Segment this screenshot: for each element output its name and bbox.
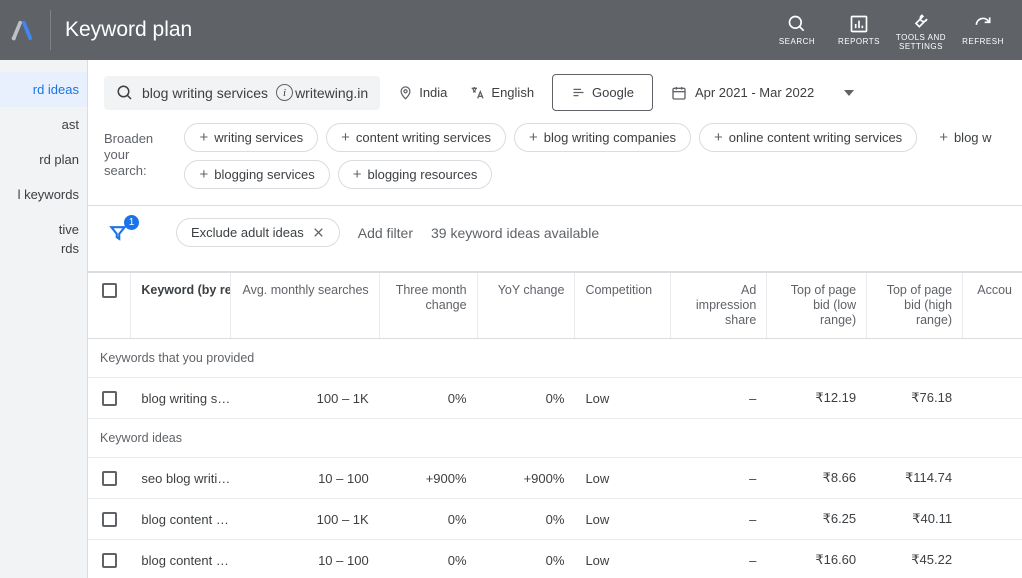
info-icon: i <box>276 84 293 101</box>
broaden-search-section: Broaden your search: +writing services +… <box>88 111 1022 206</box>
cell-impression: – <box>671 378 767 418</box>
broaden-chip[interactable]: +writing services <box>184 123 318 152</box>
sidebar-item-keyword-ideas[interactable]: rd ideas <box>0 72 87 107</box>
search-site: iwritewing.in <box>276 84 368 101</box>
top-bar: Keyword plan SEARCH REPORTS TOOLS AND SE… <box>0 0 1022 60</box>
bar-chart-icon <box>849 14 869 34</box>
filter-bar: 1 Exclude adult ideas Add filter 39 keyw… <box>88 206 1022 271</box>
network-chip[interactable]: Google <box>552 74 653 111</box>
keyword-search-box[interactable]: blog writing services iwritewing.in <box>104 76 380 110</box>
cell-keyword[interactable]: blog writing s… <box>131 378 231 418</box>
plus-icon: + <box>714 131 723 144</box>
sidebar-item-keywords[interactable]: rds <box>0 239 87 266</box>
sidebar-item-forecast[interactable]: ast <box>0 107 87 142</box>
plus-icon: + <box>939 131 948 144</box>
refresh-action[interactable]: REFRESH <box>952 14 1014 46</box>
cell-keyword[interactable]: seo blog writi… <box>131 458 231 498</box>
language-chip[interactable]: English <box>465 79 538 107</box>
sidebar-item-saved-keywords[interactable]: l keywords <box>0 177 87 212</box>
section-provided: Keywords that you provided <box>88 339 1022 378</box>
main-panel: blog writing services iwritewing.in Indi… <box>88 60 1022 578</box>
cell-yoy: 0% <box>478 378 576 418</box>
broaden-label: Broaden your search: <box>104 123 170 189</box>
date-range-chip[interactable]: Apr 2021 - Mar 2022 <box>667 79 858 107</box>
select-all-checkbox[interactable] <box>102 283 117 298</box>
cell-three-month: 0% <box>380 378 478 418</box>
col-yoy[interactable]: YoY change <box>478 273 576 338</box>
cell-competition: Low <box>575 378 671 418</box>
plus-icon: + <box>353 168 362 181</box>
refresh-icon <box>973 14 993 34</box>
search-query: blog writing services <box>142 85 268 101</box>
table-row: blog content … 100 – 1K 0% 0% Low – ₹6.2… <box>88 499 1022 540</box>
location-chip[interactable]: India <box>394 79 451 106</box>
tools-settings-action[interactable]: TOOLS AND SETTINGS <box>890 10 952 51</box>
col-ad-impression[interactable]: Ad impression share <box>671 273 767 338</box>
search-action[interactable]: SEARCH <box>766 14 828 46</box>
chevron-down-icon <box>844 90 854 96</box>
broaden-chip[interactable]: +blog w <box>925 123 1005 152</box>
location-pin-icon <box>398 85 413 100</box>
row-checkbox[interactable] <box>102 391 117 406</box>
row-checkbox[interactable] <box>102 512 117 527</box>
network-icon <box>571 85 586 100</box>
col-avg-searches[interactable]: Avg. monthly searches <box>231 273 379 338</box>
table-row: blog writing s… 100 – 1K 0% 0% Low – ₹12… <box>88 378 1022 419</box>
col-three-month[interactable]: Three month change <box>380 273 478 338</box>
row-checkbox[interactable] <box>102 553 117 568</box>
cell-bid-high: ₹76.18 <box>867 378 963 418</box>
cell-avg: 100 – 1K <box>231 378 379 418</box>
row-checkbox[interactable] <box>102 471 117 486</box>
page-title: Keyword plan <box>65 18 192 42</box>
filter-chip-exclude-adult[interactable]: Exclude adult ideas <box>176 218 340 247</box>
filter-badge: 1 <box>124 215 139 230</box>
col-bid-low[interactable]: Top of page bid (low range) <box>767 273 867 338</box>
filter-result-count: 39 keyword ideas available <box>431 225 599 241</box>
sidebar-item-keyword-plan[interactable]: rd plan <box>0 142 87 177</box>
table-row: seo blog writi… 10 – 100 +900% +900% Low… <box>88 458 1022 499</box>
plus-icon: + <box>199 131 208 144</box>
plus-icon: + <box>529 131 538 144</box>
col-keyword[interactable]: Keyword (by relevance) <box>131 273 231 338</box>
col-competition[interactable]: Competition <box>575 273 671 338</box>
broaden-chip[interactable]: +online content writing services <box>699 123 917 152</box>
control-bar: blog writing services iwritewing.in Indi… <box>88 60 1022 111</box>
sidebar-item-negative[interactable]: tive <box>0 212 87 239</box>
filter-button[interactable]: 1 <box>108 223 128 243</box>
col-bid-high[interactable]: Top of page bid (high range) <box>867 273 963 338</box>
cell-keyword[interactable]: blog content … <box>131 540 231 578</box>
cell-keyword[interactable]: blog content … <box>131 499 231 539</box>
google-ads-logo <box>0 19 44 41</box>
keywords-table: Keyword (by relevance) Avg. monthly sear… <box>88 271 1022 578</box>
search-icon <box>787 14 807 34</box>
search-icon <box>116 84 134 102</box>
broaden-chip[interactable]: +content writing services <box>326 123 506 152</box>
table-row: blog content … 10 – 100 0% 0% Low – ₹16.… <box>88 540 1022 578</box>
plus-icon: + <box>341 131 350 144</box>
translate-icon <box>469 85 485 101</box>
broaden-chip[interactable]: +blogging services <box>184 160 329 189</box>
plus-icon: + <box>199 168 208 181</box>
broaden-chip[interactable]: +blog writing companies <box>514 123 691 152</box>
broaden-chip-list: +writing services +content writing servi… <box>184 123 1006 189</box>
broaden-chip[interactable]: +blogging resources <box>338 160 493 189</box>
sidebar: rd ideas ast rd plan l keywords tive rds <box>0 60 88 578</box>
add-filter-link[interactable]: Add filter <box>358 225 413 241</box>
header-divider <box>50 10 51 50</box>
wrench-icon <box>911 10 931 30</box>
table-header: Keyword (by relevance) Avg. monthly sear… <box>88 273 1022 339</box>
cell-bid-low: ₹12.19 <box>767 378 867 418</box>
calendar-icon <box>671 85 687 101</box>
reports-action[interactable]: REPORTS <box>828 14 890 46</box>
col-account[interactable]: Accou <box>963 273 1022 338</box>
section-ideas: Keyword ideas <box>88 419 1022 458</box>
close-icon[interactable] <box>312 226 325 239</box>
